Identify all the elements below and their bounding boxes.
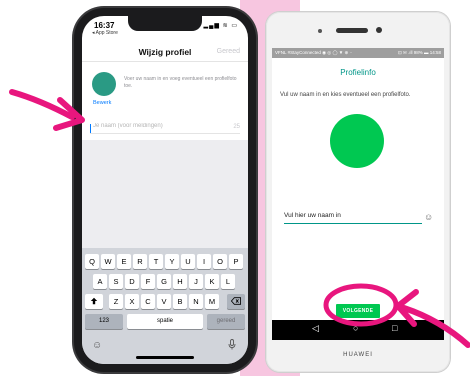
arrow-to-name-field-icon (9, 89, 85, 131)
arrow-to-next-button-icon (395, 289, 470, 348)
annotation-overlay (9, 89, 470, 348)
tutorial-image: 16:37 ◂ App Store ▂▄▆ ≋ ▭ Wijzig profiel… (0, 0, 470, 376)
highlight-ring-next-button-icon (323, 283, 399, 327)
